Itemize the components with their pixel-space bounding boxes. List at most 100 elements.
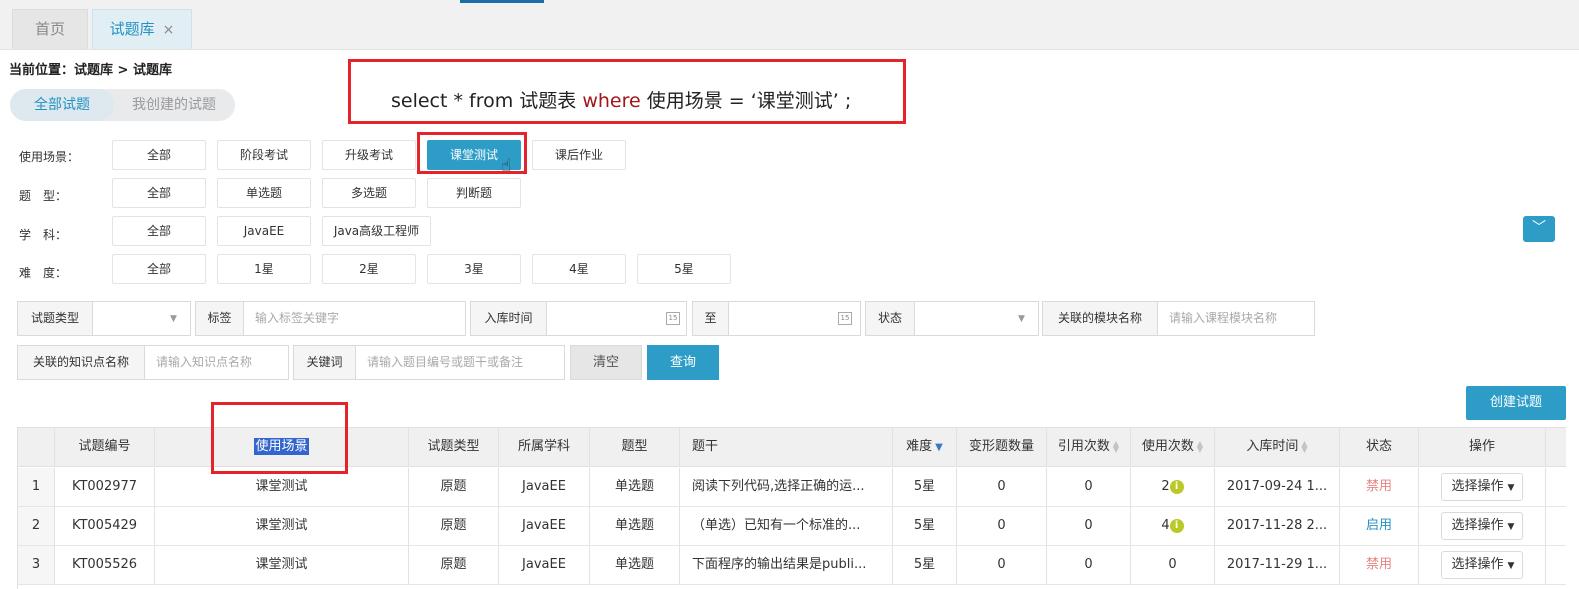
top-accent-line (460, 0, 544, 3)
tab-question-bank[interactable]: 试题库 × (92, 9, 192, 49)
header-id[interactable]: 试题编号 (55, 428, 155, 466)
filter-type-judge[interactable]: 判断题 (427, 178, 521, 208)
module-field: 关联的模块名称 请输入课程模块名称 (1042, 301, 1315, 336)
filter-type-label: 题 型： (19, 189, 68, 203)
tag-field: 标签 输入标签关键字 (195, 301, 466, 336)
keyword-field: 关键词 请输入题目编号或题干或备注 (293, 345, 565, 380)
cell-date: 2017-09-24 1... (1215, 468, 1340, 506)
module-input[interactable]: 请输入课程模块名称 (1158, 302, 1277, 335)
knowledge-input[interactable]: 请输入知识点名称 (145, 346, 252, 379)
filter-scene-all[interactable]: 全部 (112, 140, 206, 170)
cell-id: KT002977 (55, 468, 155, 506)
calendar-icon[interactable]: 15 (666, 312, 680, 325)
info-icon[interactable]: i (1169, 479, 1184, 494)
cell-stem[interactable]: 下面程序的输出结果是publi... (680, 546, 893, 584)
cell-qtype: 原题 (409, 507, 499, 545)
date-to-label: 至 (693, 302, 729, 335)
filter-subject-javaee[interactable]: JavaEE (217, 216, 311, 246)
cell-uses-value: 4 (1161, 518, 1170, 533)
cell-id: KT005429 (55, 507, 155, 545)
filter-difficulty-4[interactable]: 4星 (532, 254, 626, 284)
header-variants[interactable]: 变形题数量 (957, 428, 1047, 466)
filter-difficulty-3[interactable]: 3星 (427, 254, 521, 284)
header-qtype[interactable]: 试题类型 (409, 428, 499, 466)
info-icon[interactable]: i (1169, 518, 1184, 533)
cell-references: 0 (1047, 507, 1131, 545)
filter-scene-upgrade-exam[interactable]: 升级考试 (322, 140, 416, 170)
tag-input[interactable]: 输入标签关键字 (244, 302, 339, 335)
date-start-input[interactable] (547, 302, 662, 335)
sql-annotation-text: select * from 试题表 where 使用场景 = ‘课堂测试’ ; (391, 86, 851, 113)
filter-difficulty-1[interactable]: 1星 (217, 254, 311, 284)
tab-my-questions[interactable]: 我创建的试题 (116, 89, 232, 121)
filter-difficulty-2[interactable]: 2星 (322, 254, 416, 284)
question-scope-tabs: 全部试题 我创建的试题 (10, 89, 235, 121)
calendar-icon[interactable]: 15 (838, 312, 852, 325)
status-badge: 启用 (1340, 507, 1419, 545)
question-type-select[interactable]: 试题类型 ▼ (17, 301, 191, 336)
sql-keyword: where (582, 90, 641, 112)
cell-kind: 单选题 (590, 507, 680, 545)
clear-button[interactable]: 清空 (570, 345, 642, 380)
query-button[interactable]: 查询 (647, 345, 719, 380)
header-stem[interactable]: 题干 (680, 428, 893, 466)
action-select-button[interactable]: 选择操作 ▼ (1440, 473, 1524, 501)
create-question-button[interactable]: 创建试题 (1466, 386, 1566, 420)
header-difficulty[interactable]: 难度 ▼ (893, 428, 957, 466)
cell-variants: 0 (957, 546, 1047, 584)
cell-difficulty: 5星 (893, 468, 957, 506)
filter-type-all[interactable]: 全部 (112, 178, 206, 208)
highlight-box-scene-column (211, 402, 348, 474)
tag-label: 标签 (196, 302, 244, 335)
action-select-button[interactable]: 选择操作 ▼ (1440, 551, 1524, 579)
header-references-text: 引用次数 (1057, 439, 1110, 454)
sort-icon: ▲ ▼ (1301, 438, 1308, 454)
cell-actions: 选择操作 ▼ (1419, 507, 1546, 545)
filter-subject-java-senior[interactable]: Java高级工程师 (322, 216, 431, 246)
cell-kind: 单选题 (590, 468, 680, 506)
cell-stem[interactable]: （单选）已知有一个标准的... (680, 507, 893, 545)
filter-scene-homework[interactable]: 课后作业 (532, 140, 626, 170)
header-uses-text: 使用次数 (1141, 439, 1194, 454)
cell-kind: 单选题 (590, 546, 680, 584)
tab-home-label: 首页 (34, 20, 65, 38)
header-uses[interactable]: 使用次数 ▲ ▼ (1131, 428, 1215, 466)
sql-annotation-box: select * from 试题表 where 使用场景 = ‘课堂测试’ ; (348, 59, 906, 124)
header-references[interactable]: 引用次数 ▲ ▼ (1047, 428, 1131, 466)
expand-filters-chevron-icon[interactable]: ﹀ (1523, 216, 1555, 242)
sort-desc-icon: ▼ (935, 442, 943, 453)
cell-stem[interactable]: 阅读下列代码,选择正确的运... (680, 468, 893, 506)
close-icon[interactable]: × (163, 22, 175, 38)
cell-uses-value: 2 (1161, 479, 1170, 494)
date-end-input[interactable] (729, 302, 834, 335)
header-date[interactable]: 入库时间 ▲ ▼ (1215, 428, 1340, 466)
tab-all-questions[interactable]: 全部试题 (10, 89, 114, 121)
status-badge: 禁用 (1340, 468, 1419, 506)
filter-difficulty-all[interactable]: 全部 (112, 254, 206, 284)
sql-part2: 使用场景 = ‘课堂测试’ ; (640, 90, 852, 112)
filter-scene-stage-exam[interactable]: 阶段考试 (217, 140, 311, 170)
sql-part1: select * from 试题表 (391, 90, 583, 112)
filter-type-single[interactable]: 单选题 (217, 178, 311, 208)
status-select[interactable]: 状态 ▼ (865, 301, 1039, 336)
cell-qtype: 原题 (409, 546, 499, 584)
cell-uses: 0 (1131, 546, 1215, 584)
header-subject[interactable]: 所属学科 (499, 428, 590, 466)
action-select-button[interactable]: 选择操作 ▼ (1440, 512, 1524, 540)
tab-home[interactable]: 首页 (12, 9, 88, 49)
filter-difficulty-5[interactable]: 5星 (637, 254, 731, 284)
header-actions: 操作 (1419, 428, 1546, 466)
status-label: 状态 (866, 302, 915, 335)
keyword-label: 关键词 (294, 346, 356, 379)
filter-scene-label: 使用场景： (19, 150, 80, 164)
keyword-input[interactable]: 请输入题目编号或题干或备注 (356, 346, 523, 379)
header-kind[interactable]: 题型 (590, 428, 680, 466)
filter-subject-all[interactable]: 全部 (112, 216, 206, 246)
filter-type-multiple[interactable]: 多选题 (322, 178, 416, 208)
row-index: 3 (18, 546, 55, 584)
cell-difficulty: 5星 (893, 546, 957, 584)
row-index: 2 (18, 507, 55, 545)
header-status[interactable]: 状态 (1340, 428, 1419, 466)
caret-down-icon: ▼ (1507, 561, 1515, 571)
cell-subject: JavaEE (499, 546, 590, 584)
